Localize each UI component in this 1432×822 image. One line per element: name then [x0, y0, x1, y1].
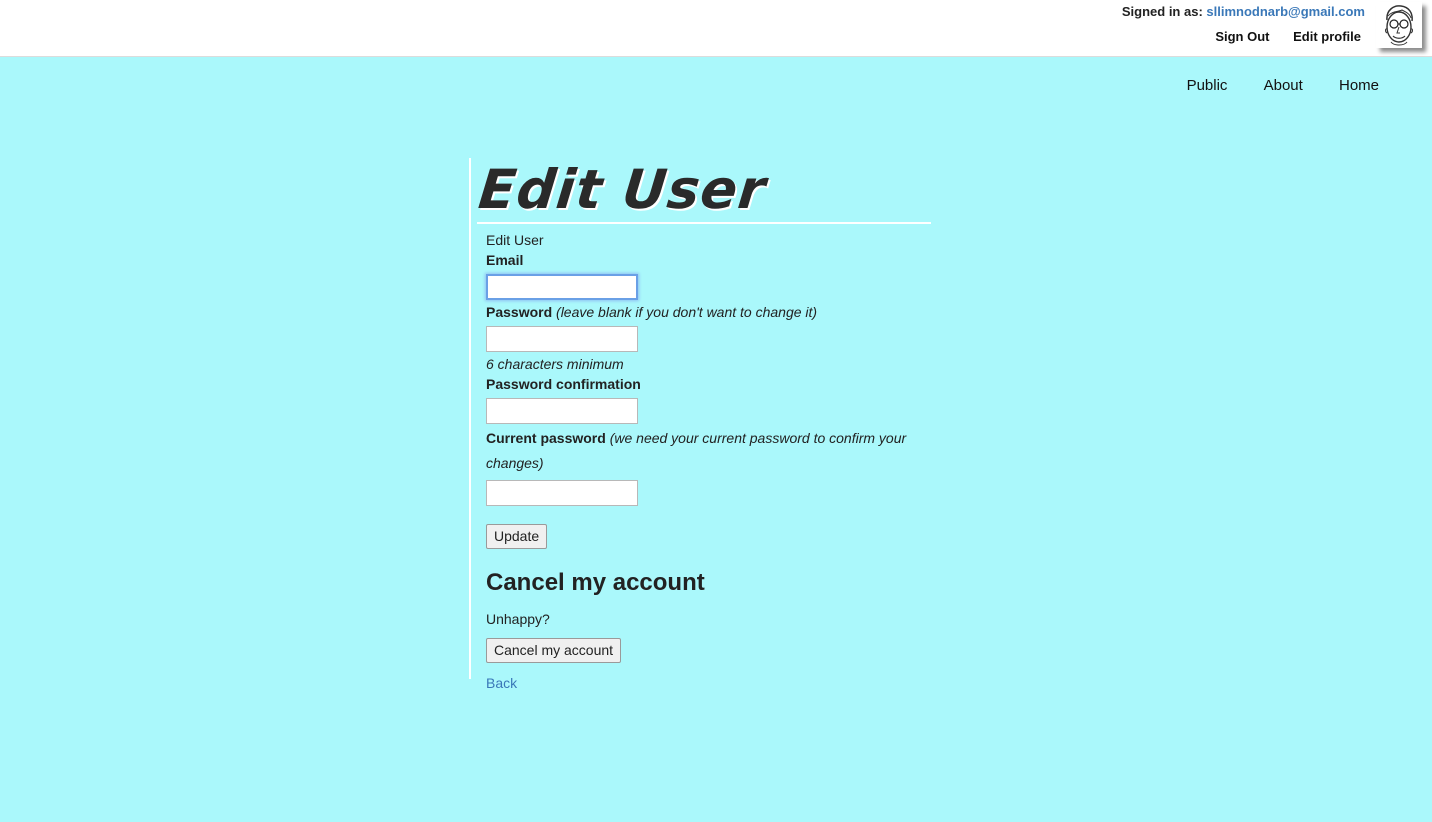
page-title: Edit User [475, 158, 770, 221]
account-links: Sign Out Edit profile [1195, 29, 1361, 44]
sign-out-link[interactable]: Sign Out [1215, 29, 1269, 44]
content-panel: Edit User Edit User Email Password (leav… [469, 158, 931, 691]
title-divider [477, 222, 931, 224]
password-label-row: Password (leave blank if you don't want … [486, 302, 926, 322]
edit-profile-link[interactable]: Edit profile [1293, 29, 1361, 44]
email-label: Email [486, 252, 524, 268]
current-password-field[interactable] [486, 480, 638, 506]
signed-in-label: Signed in as: [1121, 4, 1203, 19]
password-confirmation-label: Password confirmation [486, 376, 641, 392]
top-bar: Signed in as: sllimnodnarb@gmail.com Sig… [0, 0, 1432, 57]
user-email-link[interactable]: sllimnodnarb@gmail.com [1206, 4, 1365, 19]
cancel-account-button[interactable]: Cancel my account [486, 638, 622, 663]
email-field[interactable] [486, 274, 638, 300]
current-password-label-row: Current password (we need your current p… [486, 426, 926, 476]
password-hint: (leave blank if you don't want to change… [556, 304, 818, 320]
nav-public[interactable]: Public [1187, 77, 1228, 94]
password-note: 6 characters minimum [486, 356, 624, 372]
main-nav: Public About Home [1155, 77, 1379, 94]
password-confirmation-field[interactable] [486, 398, 638, 424]
avatar-portrait-icon [1376, 2, 1422, 48]
nav-about[interactable]: About [1264, 77, 1303, 94]
form-heading: Edit User [486, 232, 544, 248]
nav-home[interactable]: Home [1339, 77, 1379, 94]
current-password-label: Current password [486, 430, 606, 446]
signed-in-status: Signed in as: sllimnodnarb@gmail.com [1122, 4, 1365, 19]
update-row: Update [486, 524, 926, 549]
avatar[interactable] [1376, 2, 1422, 48]
update-button[interactable]: Update [486, 524, 548, 549]
cancel-account-heading: Cancel my account [486, 569, 705, 596]
cancel-row: Cancel my account [486, 638, 926, 663]
edit-user-form: Edit User Email Password (leave blank if… [486, 230, 926, 693]
unhappy-text: Unhappy? [486, 611, 550, 627]
back-link[interactable]: Back [486, 673, 517, 693]
password-label: Password [486, 304, 553, 320]
password-field[interactable] [486, 326, 638, 352]
